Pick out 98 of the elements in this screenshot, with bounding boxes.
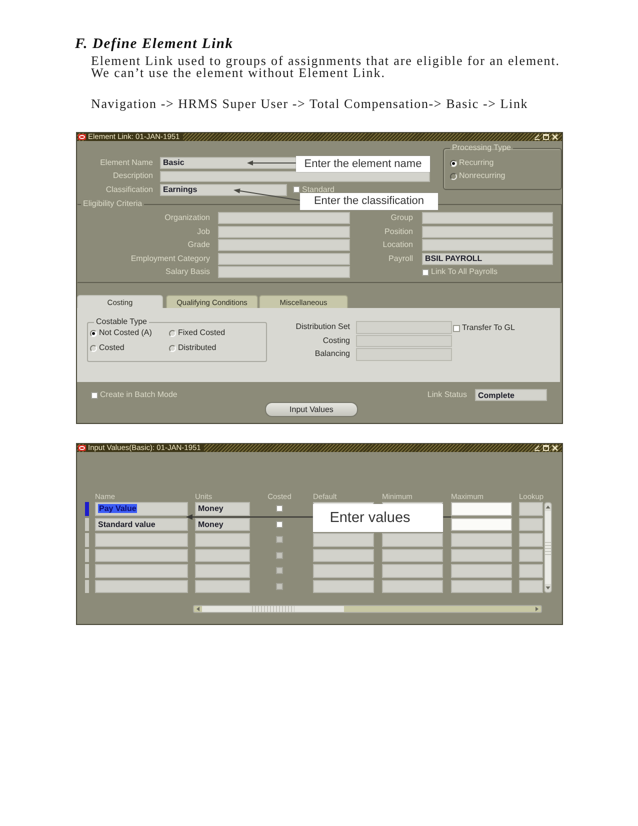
intro-paragraph: Element Link used to groups of assignments that are eligible for an element. We can’t use the element without Element Link. [91, 55, 560, 79]
field-label: Employment Category [130, 254, 210, 264]
field-label: Location [382, 240, 413, 250]
field-label: Classification [104, 184, 153, 195]
checkbox[interactable] [91, 392, 98, 398]
input-field[interactable] [160, 170, 430, 182]
checkbox[interactable] [276, 505, 283, 512]
field-label: Costing [322, 336, 350, 346]
checkbox[interactable] [453, 324, 460, 332]
checkbox[interactable] [276, 520, 283, 528]
leader-arrow [247, 160, 297, 166]
units-field[interactable] [195, 533, 250, 546]
field-label: Organization [164, 213, 210, 223]
field-label: Payroll [388, 254, 413, 264]
input-field[interactable] [422, 226, 553, 238]
leader-arrow [234, 188, 301, 201]
field-label: Job [196, 226, 210, 236]
field-label: Group [390, 213, 413, 223]
field-label: Element Name [99, 158, 153, 168]
lookup-field[interactable] [519, 548, 543, 562]
field-label: Description [112, 171, 153, 182]
input-field[interactable]: Earnings [160, 184, 287, 196]
radio-button[interactable] [450, 160, 457, 166]
maximize-icon[interactable] [543, 134, 549, 140]
row-indicator[interactable] [85, 518, 89, 531]
callout-tooltip: Enter the classification [300, 193, 438, 210]
section-heading: F. Define Element Link [75, 37, 234, 52]
radio-label: Distributed [178, 343, 216, 353]
maximum-field[interactable] [451, 502, 512, 516]
input-field[interactable]: Complete [475, 389, 547, 401]
right-arrow-icon[interactable] [534, 606, 540, 612]
close-icon[interactable] [552, 445, 558, 451]
maximum-field[interactable] [451, 518, 512, 531]
field-label: Link Status [427, 390, 467, 400]
radio-button[interactable] [169, 344, 176, 352]
field-label: Position [384, 226, 413, 236]
close-icon[interactable] [552, 134, 558, 140]
radio-button[interactable] [450, 172, 457, 180]
input-field[interactable] [218, 226, 350, 238]
group-title: Processing Type [451, 144, 512, 152]
units-field[interactable]: Money [195, 518, 250, 531]
input-field[interactable] [218, 239, 350, 251]
units-field[interactable] [195, 580, 250, 593]
name-field[interactable]: Standard value [95, 518, 188, 531]
field-label: Distribution Set [294, 322, 350, 332]
minimize-icon[interactable] [534, 134, 540, 140]
callout-tooltip: Enter the element name [296, 156, 430, 172]
checkbox-label: Link To All Payrolls [431, 267, 498, 277]
field-label: Grade [186, 240, 210, 250]
input-field[interactable] [422, 212, 553, 224]
radio-button[interactable] [90, 330, 97, 336]
lookup-field[interactable] [519, 564, 543, 578]
radio-label: Nonrecurring [459, 171, 506, 181]
scrollbar-thumb[interactable] [545, 511, 551, 584]
input-values-button[interactable]: Input Values [265, 402, 358, 417]
scrollbar-thumb[interactable] [202, 606, 344, 612]
input-field[interactable] [356, 334, 452, 347]
lookup-field[interactable] [519, 518, 543, 531]
checkbox[interactable] [293, 186, 300, 194]
checkbox-label: Transfer To GL [462, 323, 515, 333]
up-arrow-icon[interactable] [545, 504, 551, 510]
units-field[interactable] [195, 564, 250, 578]
checkbox-label: Create in Batch Mode [100, 390, 178, 400]
input-field[interactable] [356, 321, 452, 334]
group-title: Eligibility Criteria [82, 200, 144, 208]
horizontal-scrollbar[interactable] [193, 605, 542, 613]
oval-logo-icon [78, 134, 86, 140]
maximize-icon[interactable] [543, 445, 549, 451]
down-arrow-icon[interactable] [545, 585, 551, 591]
minimize-icon[interactable] [534, 445, 540, 451]
radio-button[interactable] [90, 344, 97, 352]
field-label: Balancing [314, 349, 350, 360]
radio-label: Not Costed (A) [99, 328, 152, 338]
field-label: Salary Basis [164, 267, 210, 277]
input-field[interactable] [422, 239, 553, 251]
radio-label: Fixed Costed [178, 328, 226, 338]
units-field[interactable] [195, 548, 250, 562]
callout-tooltip: Enter values [313, 504, 443, 532]
leader-line [443, 516, 451, 518]
checkbox[interactable] [422, 268, 429, 276]
left-arrow-icon[interactable] [195, 606, 201, 612]
input-field[interactable] [218, 212, 350, 224]
radio-button[interactable] [169, 330, 176, 336]
oval-logo-icon [78, 445, 86, 451]
input-field[interactable] [218, 252, 350, 264]
radio-label: Recurring [459, 158, 494, 168]
vertical-scrollbar[interactable] [544, 502, 552, 593]
lookup-field[interactable] [519, 580, 543, 593]
input-field[interactable] [356, 348, 452, 360]
units-field[interactable]: Money [195, 502, 250, 516]
checkbox-label: Standard [302, 184, 334, 195]
radio-label: Costed [99, 343, 124, 353]
group-title: Costable Type [95, 318, 148, 326]
lookup-field[interactable] [519, 502, 543, 516]
input-field[interactable]: BSIL PAYROLL [422, 252, 553, 264]
lookup-field[interactable] [519, 533, 543, 546]
navigation-path: Navigation -> HRMS Super User -> Total Compensation-> Basic -> Link [91, 98, 528, 110]
input-field[interactable] [218, 266, 350, 278]
